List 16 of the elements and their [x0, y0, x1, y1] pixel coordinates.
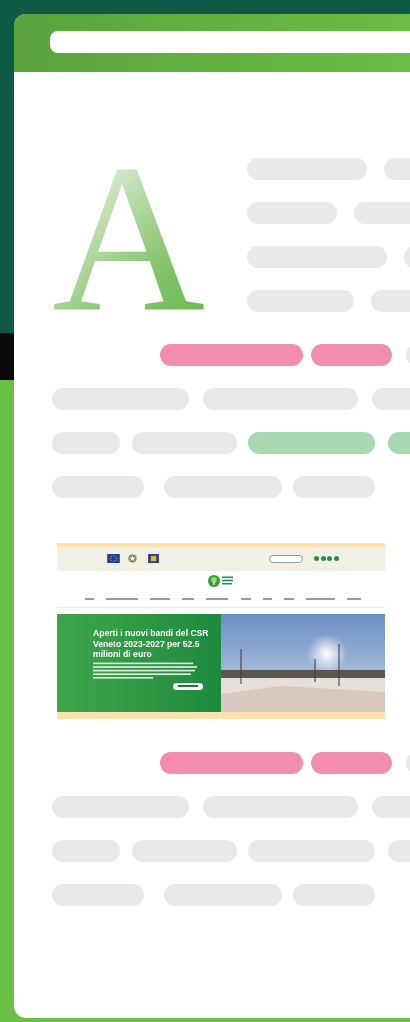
- nav-link[interactable]: [240, 598, 251, 600]
- search-field[interactable]: [269, 554, 303, 563]
- flag-icon: [148, 554, 159, 564]
- tree-logo-icon: [208, 574, 220, 587]
- hero-title: Aperti i nuovi bandi del CSR Veneto 2023-2027 per 52.5 milioni di euro: [93, 628, 210, 660]
- nav-link[interactable]: [206, 598, 229, 600]
- logo-text-lines: [222, 576, 234, 586]
- nav-link[interactable]: [283, 598, 294, 600]
- nav-link[interactable]: [262, 598, 272, 600]
- discover-button[interactable]: [173, 682, 203, 690]
- flag-icon: [107, 554, 120, 564]
- nav-link[interactable]: [150, 598, 171, 600]
- nav-link[interactable]: [305, 598, 335, 600]
- emblem-icon: [128, 554, 137, 564]
- nav-link[interactable]: [182, 598, 195, 600]
- nav-link[interactable]: [106, 598, 139, 600]
